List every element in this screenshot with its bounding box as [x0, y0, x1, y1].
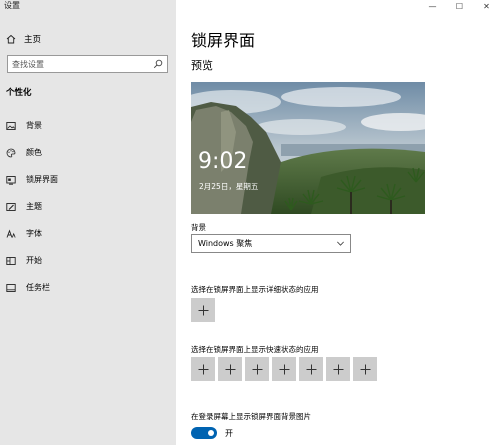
plus-icon [306, 364, 316, 374]
home-icon [6, 34, 16, 44]
sidebar-item-label: 背景 [26, 121, 42, 130]
add-quick-app-button[interactable] [353, 357, 377, 381]
add-detail-app-button[interactable] [191, 298, 215, 322]
detail-status-apps [191, 298, 215, 322]
lock-screen-time: 9:02 [198, 149, 248, 174]
detail-status-label: 选择在锁屏界面上显示详细状态的应用 [191, 285, 319, 294]
start-icon [6, 256, 16, 265]
sidebar-item-label: 锁屏界面 [26, 175, 58, 184]
sidebar-item-label: 主题 [26, 202, 42, 211]
add-quick-app-button[interactable] [218, 357, 242, 381]
add-quick-app-button[interactable] [191, 357, 215, 381]
background-dropdown[interactable]: Windows 聚焦 [191, 234, 351, 253]
font-icon [6, 229, 16, 238]
sidebar-item-label: 任务栏 [26, 283, 50, 292]
app-title: 设置 [4, 1, 20, 10]
taskbar-icon [6, 283, 16, 292]
signin-background-label: 在登录屏幕上显示锁屏界面背景图片 [191, 412, 311, 421]
sidebar-item-start[interactable]: 开始 [0, 247, 176, 274]
home-label: 主页 [24, 35, 42, 45]
add-quick-app-button[interactable] [299, 357, 323, 381]
sidebar-item-themes[interactable]: 主题 [0, 193, 176, 220]
lock-screen-date: 2月25日，星期五 [199, 182, 259, 191]
plus-icon [252, 364, 262, 374]
sidebar-item-label: 颜色 [26, 148, 42, 157]
plus-icon [333, 364, 343, 374]
search-input[interactable]: 查找设置 [7, 55, 168, 73]
preview-heading: 预览 [191, 59, 213, 72]
search-placeholder: 查找设置 [12, 59, 44, 69]
sidebar-item-taskbar[interactable]: 任务栏 [0, 274, 176, 301]
toggle-state-label: 开 [225, 428, 233, 438]
sidebar-item-label: 开始 [26, 256, 42, 265]
landscape-image [191, 82, 425, 214]
background-label: 背景 [191, 223, 206, 232]
lock-screen-preview: 9:02 2月25日，星期五 [191, 82, 425, 214]
plus-icon [198, 364, 208, 374]
plus-icon [360, 364, 370, 374]
quick-status-label: 选择在锁屏界面上显示快速状态的应用 [191, 345, 319, 354]
main-content: 锁屏界面 预览 9:02 2月25日，星期五 背景 Windows 聚焦 选择在… [176, 0, 500, 445]
chevron-down-icon [337, 241, 344, 246]
palette-icon [6, 148, 16, 157]
sidebar-item-background[interactable]: 背景 [0, 112, 176, 139]
nav-list: 背景 颜色 锁屏界面 主题 字体 开始 任务栏 [0, 112, 176, 301]
signin-background-toggle[interactable] [191, 427, 217, 439]
sidebar: 设置 主页 查找设置 个性化 背景 颜色 锁屏界面 主题 字体 开始 任务栏 [0, 0, 176, 445]
home-link[interactable]: 主页 [6, 33, 41, 45]
signin-background-toggle-row: 开 [191, 427, 233, 439]
background-dropdown-value: Windows 聚焦 [198, 239, 253, 248]
sidebar-item-colors[interactable]: 颜色 [0, 139, 176, 166]
picture-icon [6, 121, 16, 130]
plus-icon [279, 364, 289, 374]
plus-icon [225, 364, 235, 374]
add-quick-app-button[interactable] [326, 357, 350, 381]
brush-icon [6, 202, 16, 211]
quick-status-apps [191, 357, 380, 381]
sidebar-item-lock-screen[interactable]: 锁屏界面 [0, 166, 176, 193]
add-quick-app-button[interactable] [245, 357, 269, 381]
page-title: 锁屏界面 [191, 31, 256, 50]
section-title: 个性化 [6, 88, 32, 98]
search-icon[interactable] [153, 59, 163, 69]
add-quick-app-button[interactable] [272, 357, 296, 381]
sidebar-item-fonts[interactable]: 字体 [0, 220, 176, 247]
lock-screen-icon [6, 175, 16, 185]
plus-icon [198, 305, 208, 315]
sidebar-item-label: 字体 [26, 229, 42, 238]
